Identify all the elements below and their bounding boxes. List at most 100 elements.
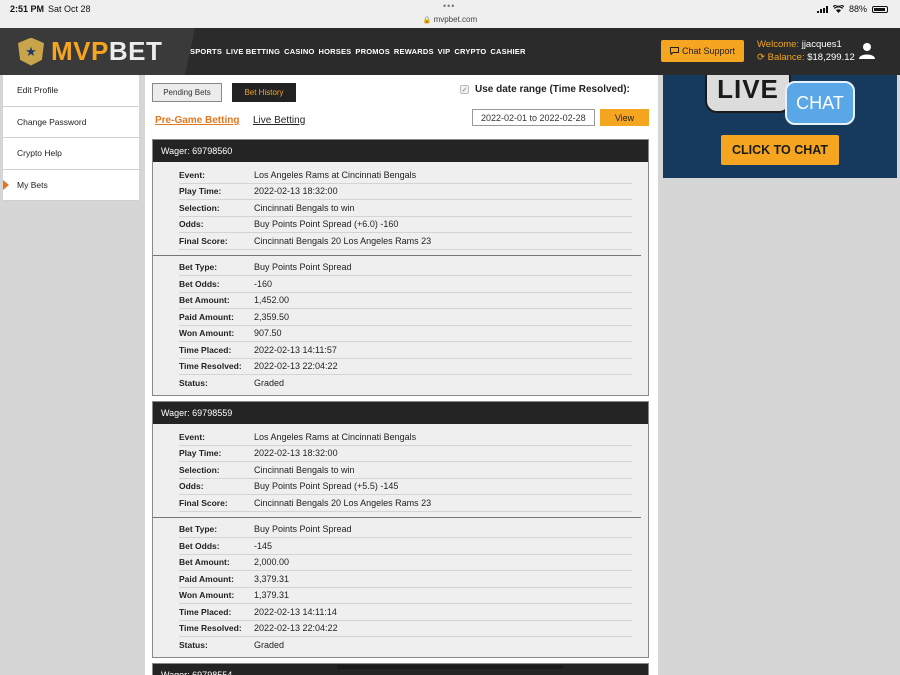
sidebar-item-label: Edit Profile — [17, 85, 59, 96]
detail-row: Play Time: 2022-02-13 18:32:00 — [179, 446, 632, 462]
detail-row: Time Placed: 2022-02-13 14:11:14 — [179, 604, 632, 621]
selection-label: Selection: — [179, 202, 220, 213]
detail-row: Bet Amount: 1,452.00 — [179, 293, 632, 309]
refresh-icon[interactable]: ⟳ — [757, 52, 765, 63]
chat-bubble: CHAT — [785, 81, 855, 125]
status-right: 88% — [816, 4, 888, 14]
site-logo[interactable]: ★ MVPBET — [0, 28, 195, 75]
chat-support-label: Chat Support — [681, 46, 736, 56]
detail-row: Time Resolved: 2022-02-13 22:04:22 — [179, 621, 632, 637]
detail-row: Final Score: Cincinnati Bengals 20 Los An… — [179, 495, 632, 512]
nav-live-betting[interactable]: LIVE BETTING — [226, 47, 280, 56]
paid-amount-value: 2,359.50 — [254, 311, 290, 322]
play-time-value: 2022-02-13 18:32:00 — [254, 448, 338, 459]
date-range-checkbox[interactable]: ✓ — [460, 85, 469, 94]
section-divider — [153, 512, 641, 518]
selection-value: Cincinnati Bengals to win — [254, 464, 355, 475]
detail-row: Time Placed: 2022-02-13 14:11:57 — [179, 342, 632, 359]
time-resolved-value: 2022-02-13 22:04:22 — [254, 623, 338, 634]
odds-value: Buy Points Point Spread (+5.5) -145 — [254, 481, 399, 492]
tab-live-betting[interactable]: Live Betting — [253, 115, 305, 126]
bet-type-value: Buy Points Point Spread — [254, 262, 352, 273]
time-resolved-label: Time Resolved: — [179, 623, 242, 634]
chat-support-button[interactable]: Chat Support — [661, 40, 744, 62]
won-amount-label: Won Amount: — [179, 328, 235, 339]
event-value: Los Angeles Rams at Cincinnati Bengals — [254, 169, 417, 180]
status-value: Graded — [254, 378, 285, 389]
paid-amount-label: Paid Amount: — [179, 573, 234, 584]
nav-rewards[interactable]: REWARDS — [394, 47, 434, 56]
bet-odds-value: -145 — [254, 540, 273, 551]
detail-row: Status: Graded — [179, 637, 632, 654]
tab-pregame-betting[interactable]: Pre-Game Betting — [155, 115, 239, 126]
battery-icon — [872, 5, 888, 13]
sidebar-item-label: Change Password — [17, 116, 87, 127]
nav-casino[interactable]: CASINO — [284, 47, 314, 56]
nav-crypto[interactable]: CRYPTO — [454, 47, 486, 56]
bet-amount-value: 1,452.00 — [254, 295, 290, 306]
odds-value: Buy Points Point Spread (+6.0) -160 — [254, 219, 399, 230]
logo-mvp: MVP — [51, 36, 109, 66]
paid-amount-label: Paid Amount: — [179, 311, 234, 322]
wager-card: Wager: 69798560 Event: Los Angeles Rams a… — [152, 139, 649, 396]
time-placed-label: Time Placed: — [179, 344, 232, 355]
pending-bets-button[interactable]: Pending Bets — [152, 83, 222, 102]
date-range-input[interactable]: 2022-02-01 to 2022-02-28 — [472, 109, 595, 126]
nav-cashier[interactable]: CASHIER — [490, 47, 525, 56]
detail-row: Paid Amount: 2,359.50 — [179, 309, 632, 326]
live-chat-ad[interactable]: LIVE CHAT CLICK TO CHAT — [663, 75, 897, 178]
nav-promos[interactable]: PROMOS — [355, 47, 390, 56]
detail-row: Bet Type: Buy Points Point Spread — [179, 522, 632, 538]
sidebar-item-crypto-help[interactable]: Crypto Help — [3, 138, 139, 170]
detail-row: Paid Amount: 3,379.31 — [179, 571, 632, 588]
main-nav: SPORTS LIVE BETTING CASINO HORSES PROMOS… — [190, 47, 526, 56]
detail-row: Status: Graded — [179, 375, 632, 392]
final-score-label: Final Score: — [179, 497, 228, 508]
nav-sports[interactable]: SPORTS — [190, 47, 222, 56]
detail-row: Odds: Buy Points Point Spread (+6.0) -160 — [179, 217, 632, 233]
time-resolved-label: Time Resolved: — [179, 361, 242, 372]
play-time-label: Play Time: — [179, 448, 222, 459]
detail-row: Event: Los Angeles Rams at Cincinnati Ben… — [179, 429, 632, 446]
wager-header: Wager: 69798560 — [153, 140, 648, 162]
final-score-value: Cincinnati Bengals 20 Los Angeles Rams 2… — [254, 497, 432, 508]
detail-row: Selection: Cincinnati Bengals to win — [179, 200, 632, 217]
detail-row: Won Amount: 907.50 — [179, 326, 632, 342]
nav-horses[interactable]: HORSES — [319, 47, 352, 56]
bet-type-label: Bet Type: — [179, 262, 218, 273]
detail-row: Final Score: Cincinnati Bengals 20 Los An… — [179, 233, 632, 250]
logo-bet: BET — [108, 36, 163, 66]
detail-row: Play Time: 2022-02-13 18:32:00 — [179, 184, 632, 200]
status-label: Status: — [179, 640, 208, 651]
user-icon[interactable] — [858, 42, 876, 60]
detail-row: Bet Odds: -145 — [179, 538, 632, 555]
top-navbar: ★ MVPBET SPORTS LIVE BETTING CASINO HORS… — [0, 28, 900, 75]
sidebar-item-edit-profile[interactable]: Edit Profile — [3, 75, 139, 107]
more-dots-icon[interactable]: ••• — [443, 1, 455, 11]
view-button[interactable]: View — [600, 109, 649, 126]
logo-wordmark: MVPBET — [51, 36, 162, 67]
bet-history-button[interactable]: Bet History — [232, 83, 296, 102]
odds-label: Odds: — [179, 481, 204, 492]
won-amount-label: Won Amount: — [179, 590, 235, 601]
play-time-value: 2022-02-13 18:32:00 — [254, 186, 338, 197]
bet-amount-value: 2,000.00 — [254, 557, 290, 568]
click-to-chat-button[interactable]: CLICK TO CHAT — [721, 135, 839, 165]
section-divider — [153, 250, 641, 256]
detail-row: Bet Odds: -160 — [179, 276, 632, 293]
play-time-label: Play Time: — [179, 186, 222, 197]
sidebar-item-change-password[interactable]: Change Password — [3, 107, 139, 138]
date-range-toggle[interactable]: ✓ Use date range (Time Resolved): — [460, 84, 630, 95]
address-bar[interactable]: 🔒 mvpbet.com — [0, 15, 900, 24]
time-placed-value: 2022-02-13 14:11:14 — [254, 606, 337, 617]
bet-odds-value: -160 — [254, 278, 273, 289]
sidebar-item-my-bets[interactable]: My Bets — [3, 170, 139, 201]
odds-label: Odds: — [179, 219, 204, 230]
wager-details: Event: Los Angeles Rams at Cincinnati Ben… — [153, 162, 648, 395]
time-placed-value: 2022-02-13 14:11:57 — [254, 344, 337, 355]
final-score-label: Final Score: — [179, 235, 228, 246]
bet-odds-label: Bet Odds: — [179, 278, 220, 289]
status-value: Graded — [254, 640, 285, 651]
nav-vip[interactable]: VIP — [438, 47, 451, 56]
event-value: Los Angeles Rams at Cincinnati Bengals — [254, 431, 417, 442]
